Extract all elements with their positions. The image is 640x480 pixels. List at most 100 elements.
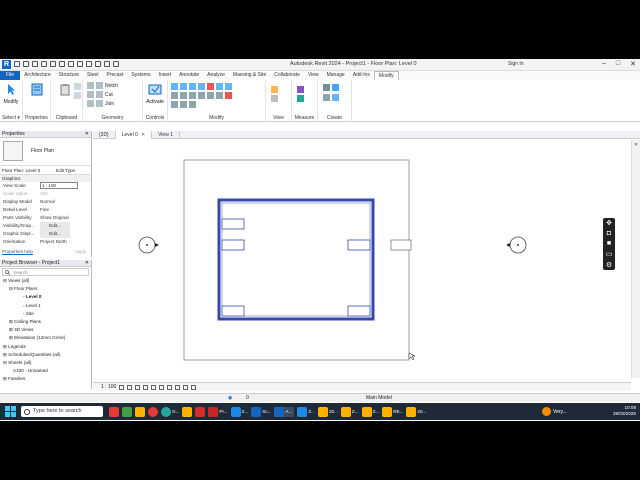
tab-systems[interactable]: Systems: [127, 71, 154, 80]
tree-legends[interactable]: ⊞ Legends: [0, 343, 91, 351]
3d-view-icon[interactable]: [95, 61, 101, 67]
tab-steel[interactable]: Steel: [83, 71, 102, 80]
aligned-dimension-icon[interactable]: [297, 95, 304, 102]
create-similar-icon[interactable]: [332, 94, 339, 101]
copy-element-icon[interactable]: [180, 92, 187, 99]
tree-ceiling-plans[interactable]: ⊞ Ceiling Plans: [0, 318, 91, 326]
activate-button[interactable]: Activate: [146, 82, 164, 108]
taskbar-app[interactable]: Z...: [361, 406, 379, 417]
view-cube-controls[interactable]: [633, 150, 639, 178]
window-element[interactable]: [221, 218, 245, 230]
tree-elevations[interactable]: ⊞ Elevations (12mm Circle): [0, 334, 91, 342]
taskbar-app[interactable]: RE...: [382, 406, 403, 417]
paste-button[interactable]: [56, 82, 74, 108]
scale-icon[interactable]: [180, 101, 187, 108]
graphics-section[interactable]: Graphics: [0, 175, 91, 182]
view-tab-3d[interactable]: {3D}: [93, 131, 116, 139]
measure-icon[interactable]: [68, 61, 74, 67]
tab-manage[interactable]: Manage: [323, 71, 349, 80]
close-view-icon[interactable]: ✕: [634, 142, 638, 148]
drawing-canvas[interactable]: [93, 140, 631, 378]
app-icon[interactable]: [122, 406, 132, 417]
sign-in-link[interactable]: Sign In: [508, 61, 524, 67]
vertical-scrollbar[interactable]: ✕: [631, 140, 640, 378]
copy-icon[interactable]: [74, 83, 81, 90]
type-selector[interactable]: Floor Plan: [0, 138, 91, 166]
app-icon[interactable]: [109, 406, 119, 417]
tab-massing-site[interactable]: Massing & Site: [229, 71, 270, 80]
tab-collaborate[interactable]: Collaborate: [270, 71, 304, 80]
mirror-axis-icon[interactable]: [189, 83, 196, 90]
notch-icon[interactable]: [96, 82, 103, 89]
cut-geometry-icon[interactable]: [96, 91, 103, 98]
cut-button[interactable]: Cut: [105, 92, 113, 98]
visual-style-icon[interactable]: [127, 384, 133, 390]
redo-icon[interactable]: [50, 61, 56, 67]
create-assembly-icon[interactable]: [323, 84, 330, 91]
taskbar-app[interactable]: Pr...: [208, 406, 228, 417]
taskbar-app[interactable]: Sc...: [251, 406, 271, 417]
tree-level-0[interactable]: ▫ Level 0: [0, 293, 91, 301]
array-icon[interactable]: [171, 101, 178, 108]
tab-analyze[interactable]: Analyze: [203, 71, 229, 80]
settings-icon[interactable]: ⚙: [606, 261, 612, 269]
taskbar-app[interactable]: Z...: [340, 406, 359, 417]
window-element[interactable]: [221, 239, 245, 251]
window-element[interactable]: [347, 239, 371, 251]
override-graphics-icon[interactable]: [271, 86, 278, 93]
split-gap-icon[interactable]: [216, 83, 223, 90]
trim-icon[interactable]: [198, 92, 205, 99]
close-icon[interactable]: ✕: [141, 131, 145, 139]
tab-annotate[interactable]: Annotate: [175, 71, 203, 80]
taskbar-app[interactable]: Z...: [297, 406, 315, 417]
elevation-marker-west[interactable]: [138, 236, 159, 254]
tab-view[interactable]: View: [304, 71, 323, 80]
sun-path-icon[interactable]: [135, 384, 141, 390]
tab-structure[interactable]: Structure: [55, 71, 83, 80]
tree-3d-views[interactable]: ⊞ 3D Views: [0, 326, 91, 334]
undo-icon[interactable]: [41, 61, 47, 67]
split-icon[interactable]: [207, 83, 214, 90]
create-parts-icon[interactable]: [332, 84, 339, 91]
view-tab-view-1[interactable]: View 1: [152, 131, 180, 139]
weather-widget[interactable]: Very...: [542, 407, 567, 416]
wall-outer[interactable]: [217, 198, 375, 321]
offset-icon[interactable]: [180, 83, 187, 90]
open-icon[interactable]: [14, 61, 20, 67]
taskbar-search-input[interactable]: Type here to search: [21, 406, 103, 417]
dimension-icon[interactable]: [77, 61, 83, 67]
system-clock[interactable]: 10:08 28/03/2025: [613, 405, 636, 417]
properties-help-link[interactable]: Properties help: [2, 249, 33, 254]
window-element[interactable]: [347, 305, 371, 317]
split-face-icon[interactable]: [87, 100, 94, 107]
close-icon[interactable]: ✕: [85, 260, 89, 267]
close-icon[interactable]: ✕: [85, 131, 89, 138]
workset-icon[interactable]: ◉: [228, 395, 232, 401]
taskbar-app-revit[interactable]: A...: [274, 406, 295, 417]
taskbar-app[interactable]: G...: [161, 406, 179, 417]
view-scale-input[interactable]: 1 : 100: [40, 182, 78, 189]
tab-file[interactable]: File: [0, 71, 21, 80]
join-button[interactable]: Join: [105, 101, 114, 107]
maximize-icon[interactable]: □: [616, 60, 620, 68]
modify-button[interactable]: Modify: [2, 82, 20, 108]
delete-icon[interactable]: [225, 92, 232, 99]
temporary-hide-icon[interactable]: [167, 384, 173, 390]
opera-icon[interactable]: [148, 406, 158, 417]
show-crop-icon[interactable]: [159, 384, 165, 390]
elevation-marker-east[interactable]: [506, 236, 527, 254]
window-element[interactable]: [221, 305, 245, 317]
detail-level-icon[interactable]: [119, 384, 125, 390]
instance-selector[interactable]: Floor Plan: Level 0: [2, 168, 40, 173]
tree-schedules[interactable]: ⊞ Schedules/Quantities (all): [0, 351, 91, 359]
tree-sheet-a100[interactable]: A100 - Unnamed: [0, 367, 91, 375]
cut-clipboard-icon[interactable]: [74, 92, 81, 99]
trim-multiple-icon[interactable]: [216, 92, 223, 99]
measure-icon-tool[interactable]: [297, 86, 304, 93]
folder-icon[interactable]: [182, 406, 193, 417]
properties-button[interactable]: [28, 82, 46, 108]
crop-view-icon[interactable]: [151, 384, 157, 390]
pin-icon[interactable]: [225, 83, 232, 90]
sync-icon[interactable]: [32, 61, 38, 67]
vg-edit-button[interactable]: Edit...: [40, 222, 70, 230]
